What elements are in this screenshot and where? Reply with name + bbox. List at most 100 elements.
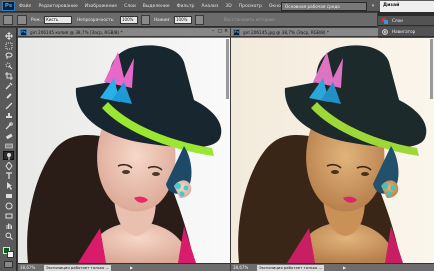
- workspace-switcher[interactable]: Основная рабочая среда: [281, 2, 367, 11]
- background-color-swatch[interactable]: [7, 251, 14, 258]
- move-icon: [4, 31, 13, 40]
- status-menu-arrow[interactable]: ▶: [130, 264, 133, 271]
- tablet-opacity-button[interactable]: [141, 15, 150, 25]
- quick-select-icon: [5, 62, 12, 69]
- workspace-more-button[interactable]: »: [368, 2, 378, 11]
- status-bar-left: 38,67% Экспозиция работает только ... ▶: [18, 263, 230, 271]
- quick-mask-button[interactable]: [4, 261, 13, 268]
- stamp-icon: [5, 112, 12, 118]
- zoom-level[interactable]: 38,67%: [233, 264, 248, 271]
- toolbox: [0, 28, 17, 271]
- document-window-left: Ps girl 206145 копия @ 38,7% (Заср, RGB/…: [18, 28, 230, 271]
- history-brush-tool[interactable]: [3, 121, 14, 130]
- navigator-icon: [382, 28, 388, 35]
- menu-select[interactable]: Выделение: [143, 4, 170, 9]
- pressure-label: Нажим:: [154, 17, 171, 22]
- status-info: Экспозиция работает только ...: [257, 265, 325, 271]
- menu-image[interactable]: Изображение: [85, 4, 117, 9]
- minimize-icon[interactable]: –: [210, 29, 216, 35]
- photo-right: [231, 38, 434, 263]
- panel-label: Навигатор: [392, 29, 416, 34]
- menu-layers[interactable]: Слои: [124, 4, 136, 9]
- type-tool[interactable]: [3, 171, 14, 180]
- hand-icon: [6, 223, 12, 229]
- tool-preset-button[interactable]: [3, 15, 13, 25]
- crop-icon: [4, 71, 13, 80]
- eyedropper-icon: [5, 82, 12, 89]
- document-title: girl 206145.jpg @ 38,7% (Заср, RGB/8) *: [243, 30, 329, 35]
- photo-left: [18, 38, 230, 263]
- document-tab-left[interactable]: Ps girl 206145 копия @ 38,7% (Заср, RGB/…: [18, 28, 230, 37]
- status-bar-right: 38,67% Экспозиция работает только ... ▶: [231, 263, 434, 271]
- menu-3d[interactable]: 3D: [225, 4, 231, 9]
- brush-preset-button[interactable]: [17, 15, 27, 25]
- marquee-tool[interactable]: [3, 41, 14, 50]
- menu-bar: Ps Файл Редактирование Изображение Слои …: [0, 0, 434, 12]
- color-swatch-icon: [382, 17, 388, 24]
- quick-select-tool[interactable]: [3, 61, 14, 70]
- zoom-level[interactable]: 38,67%: [20, 264, 35, 271]
- panel-layers[interactable]: Слои: [378, 16, 434, 26]
- photo-canvas-right[interactable]: [231, 38, 434, 263]
- photoshop-window: Ps Файл Редактирование Изображение Слои …: [0, 0, 434, 271]
- mode-select[interactable]: Кисть: [44, 16, 72, 24]
- 3d-camera-tool[interactable]: [3, 211, 14, 220]
- restore-history-label[interactable]: Восстановить историю: [224, 16, 275, 24]
- pen-icon: [4, 161, 13, 170]
- move-tool[interactable]: [3, 31, 14, 40]
- menu-view[interactable]: Просмотр: [239, 4, 262, 9]
- document-window-right: Ps girl 206145.jpg @ 38,7% (Заср, RGB/8)…: [231, 28, 434, 271]
- gradient-icon: [4, 143, 13, 148]
- workspace-design-tab[interactable]: Дизай: [380, 1, 434, 12]
- rotate-3d-icon: [5, 202, 12, 209]
- menu-analysis[interactable]: Анализ: [201, 4, 218, 9]
- status-menu-arrow[interactable]: ▶: [343, 264, 346, 271]
- dodge-tool[interactable]: [3, 151, 14, 160]
- bandage-icon: [6, 93, 11, 98]
- magnifier-icon: [5, 232, 13, 240]
- pen-tool[interactable]: [3, 161, 14, 170]
- 3d-rotate-tool[interactable]: [3, 201, 14, 210]
- camera-icon: [5, 213, 12, 218]
- brush-tool[interactable]: [3, 101, 14, 110]
- path-select-tool[interactable]: [3, 181, 14, 190]
- opacity-label: Непрозрачность:: [77, 17, 115, 22]
- crop-tool[interactable]: [3, 71, 14, 80]
- eraser-icon: [5, 133, 13, 139]
- opacity-field[interactable]: 100%: [120, 16, 138, 24]
- options-bar: Реж.: Кисть Непрозрачность: 100% Нажим: …: [0, 13, 377, 27]
- vertical-scrollbar-right[interactable]: [430, 39, 433, 99]
- close-icon[interactable]: ×: [223, 29, 229, 35]
- arrow-icon: [6, 181, 12, 190]
- type-icon: [5, 171, 12, 179]
- brush-icon: [4, 102, 12, 109]
- healing-tool[interactable]: [3, 91, 14, 100]
- hand-tool[interactable]: [3, 221, 14, 230]
- menu-window[interactable]: Окно: [269, 4, 281, 9]
- menu-filter[interactable]: Фильтр: [177, 4, 195, 9]
- eraser-tool[interactable]: [3, 131, 14, 140]
- gradient-tool[interactable]: [3, 141, 14, 150]
- shape-tool[interactable]: [3, 191, 14, 200]
- menu-edit[interactable]: Редактирование: [38, 4, 77, 9]
- zoom-tool[interactable]: [3, 231, 14, 240]
- stamp-tool[interactable]: [3, 111, 14, 120]
- panel-label: Слои: [392, 18, 403, 23]
- menu-items: Файл Редактирование Изображение Слои Выд…: [19, 0, 315, 12]
- photo-canvas-left[interactable]: [18, 38, 230, 263]
- eyedropper-tool[interactable]: [3, 81, 14, 90]
- mode-label: Реж.:: [31, 17, 43, 22]
- history-brush-icon: [5, 121, 13, 129]
- photoshop-logo: Ps: [2, 1, 15, 11]
- pressure-field[interactable]: 100%: [174, 16, 192, 24]
- lasso-tool[interactable]: [3, 51, 14, 60]
- dodge-icon: [6, 152, 11, 160]
- document-type-icon: Ps: [20, 29, 27, 36]
- lasso-icon: [5, 52, 12, 59]
- marquee-icon: [5, 42, 12, 49]
- panel-navigator[interactable]: Навигатор: [378, 27, 434, 37]
- menu-file[interactable]: Файл: [19, 4, 31, 9]
- airbrush-button[interactable]: [195, 15, 204, 25]
- document-title: girl 206145 копия @ 38,7% (Заср, RGB/8) …: [30, 30, 123, 35]
- vertical-scrollbar-left[interactable]: [226, 39, 229, 99]
